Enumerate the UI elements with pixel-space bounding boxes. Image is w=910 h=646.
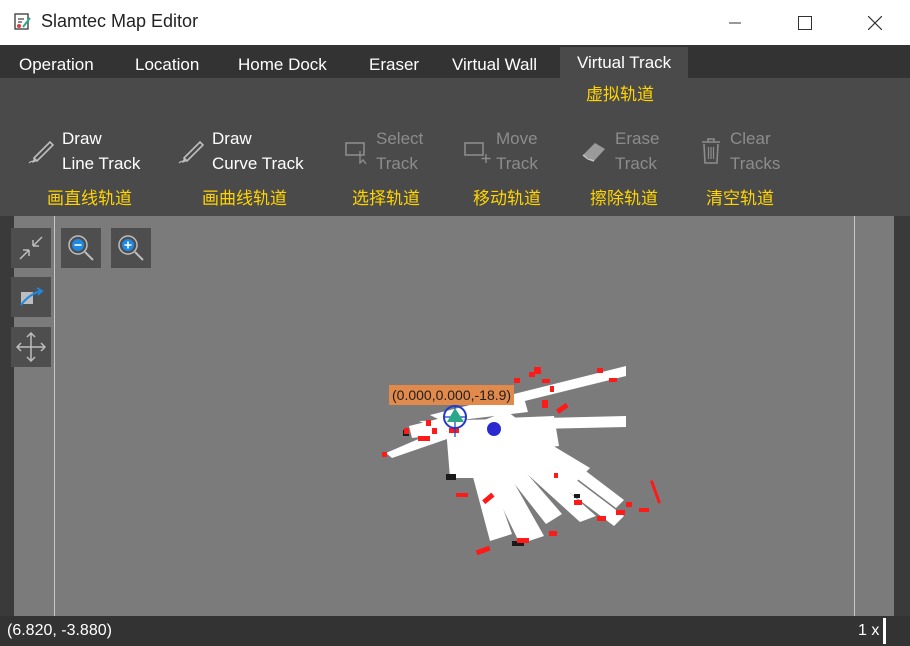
zoom-in-button[interactable] (111, 228, 151, 268)
robot-pose-label: (0.000,0.000,-18.9) (389, 385, 515, 405)
tool-label-line2: Tracks (730, 154, 781, 173)
tool-label-line2: Track (496, 154, 538, 173)
zoom-out-icon (68, 235, 94, 261)
tab-virtual-track[interactable]: Virtual Track (560, 47, 689, 78)
pen-icon (178, 140, 205, 164)
fit-to-window-button[interactable] (11, 228, 51, 268)
maximize-button[interactable] (770, 0, 840, 45)
tool-label-line1: Erase (615, 129, 660, 148)
clear-tracks-button[interactable]: Clear Tracks (698, 126, 788, 182)
title-bar: Slamtec Map Editor (0, 0, 910, 45)
menu-tab-bar: Operation Location Home Dock Eraser Virt… (0, 45, 910, 78)
close-icon (868, 15, 882, 30)
fit-to-window-icon (19, 236, 43, 260)
pan-icon (16, 332, 46, 362)
eraser-icon (582, 143, 605, 162)
move-track-button[interactable]: Move Track (464, 126, 554, 182)
tool-cn-label: 画曲线轨道 (202, 189, 287, 208)
dock-marker (487, 422, 501, 436)
tool-label-line2: Track (615, 154, 657, 173)
minimize-icon (729, 22, 741, 23)
tool-cn-label: 画直线轨道 (47, 189, 132, 208)
window-title: Slamtec Map Editor (41, 11, 199, 31)
reset-view-icon (20, 287, 44, 306)
draw-line-track-button[interactable]: Draw Line Track (28, 126, 148, 182)
select-icon (345, 142, 367, 164)
tab-home-dock[interactable]: Home Dock (238, 45, 327, 78)
tool-label-line2: Track (376, 154, 418, 173)
tab-location[interactable]: Location (135, 45, 199, 78)
erase-track-button[interactable]: Erase Track (580, 126, 670, 182)
resize-grip[interactable] (883, 618, 886, 644)
move-icon (464, 142, 491, 163)
reset-view-button[interactable] (11, 277, 51, 317)
map-scan-layer (382, 366, 661, 556)
tab-eraser[interactable]: Eraser (369, 45, 419, 78)
zoom-in-icon (118, 235, 144, 261)
tool-label-line1: Clear (730, 129, 771, 148)
cursor-coordinates: (6.820, -3.880) (7, 622, 112, 639)
tool-label-line1: Draw (212, 129, 252, 148)
tool-cn-label: 擦除轨道 (590, 189, 658, 208)
tool-label-line2: Curve Track (212, 154, 304, 173)
tab-operation[interactable]: Operation (19, 45, 94, 78)
trash-icon (702, 138, 720, 164)
map-editor-icon (14, 13, 31, 30)
active-tab-chinese-label: 虚拟轨道 (586, 85, 654, 104)
pan-button[interactable] (11, 327, 51, 367)
tool-label-line1: Select (376, 129, 424, 148)
tool-label-line2: Line Track (62, 154, 141, 173)
tool-cn-label: 移动轨道 (473, 189, 541, 208)
zoom-level: 1 x (858, 622, 880, 639)
zoom-out-button[interactable] (61, 228, 101, 268)
ribbon-toolbar: 虚拟轨道 Draw Line Track 画直线轨道 Draw Curve Tr… (0, 78, 910, 216)
minimize-button[interactable] (700, 0, 770, 45)
tool-cn-label: 选择轨道 (352, 189, 420, 208)
tool-label-line1: Move (496, 129, 538, 148)
map-view: (0.000,0.000,-18.9) (0, 216, 910, 616)
pen-icon (28, 140, 55, 164)
tab-virtual-wall[interactable]: Virtual Wall (452, 45, 537, 78)
close-button[interactable] (840, 0, 910, 45)
tool-label-line1: Draw (62, 129, 102, 148)
status-bar: (6.820, -3.880) 1 x (0, 616, 910, 646)
select-track-button[interactable]: Select Track (344, 126, 434, 182)
maximize-icon (798, 15, 812, 30)
draw-curve-track-button[interactable]: Draw Curve Track (178, 126, 308, 182)
map-canvas[interactable]: (0.000,0.000,-18.9) (11, 216, 894, 616)
tool-cn-label: 清空轨道 (706, 189, 774, 208)
